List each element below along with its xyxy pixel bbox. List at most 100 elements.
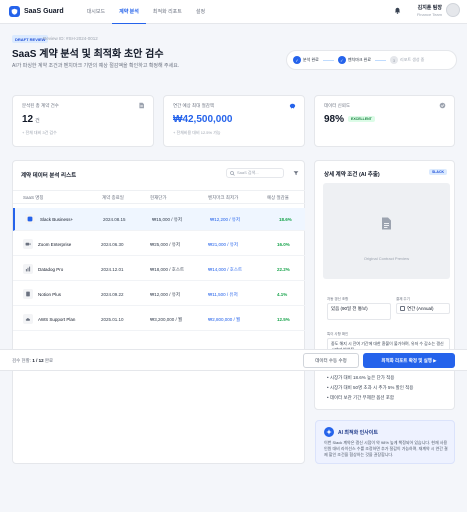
table-title: 계약 데이터 분석 리스트 [21, 173, 77, 179]
benchmark-price: ₩21,000 / 유저 [208, 242, 239, 247]
payment-field[interactable]: 연간 (Annual) [396, 303, 450, 314]
col-end-date: 계약 종료일 [102, 195, 124, 200]
nav-dashboard[interactable]: 대시보드 [80, 0, 112, 24]
bullet-text: 시장가 대비 50명 초과 시 추가 5% 할인 적용 [329, 385, 414, 390]
kpi-sub: + 전체 대비 3건 검수 [22, 130, 57, 135]
saving-rate: 4.1% [277, 292, 288, 297]
piggy-bank-icon [289, 103, 296, 109]
search-input[interactable]: SaaS 검색... [226, 168, 284, 178]
kpi-card-savings: 연간 예상 최대 절감액 ₩42,500,000 + 전체비용 대비 12.5%… [163, 95, 305, 147]
sparkle-icon [324, 427, 334, 437]
table-header: SaaS 명칭 계약 종료일 현재단가 벤치마크 최저가 예상 절감율 [13, 190, 305, 204]
benchmark-price: ₩12,200 / 유저 [210, 217, 241, 222]
contract-list-card: 계약 데이터 분석 리스트 SaaS 검색... SaaS 명칭 계약 종료일 … [12, 160, 305, 464]
saving-rate: 22.2% [277, 267, 290, 272]
contract-preview[interactable]: Original Contract Preview [323, 183, 450, 279]
bell-icon[interactable] [393, 5, 403, 15]
benchmark-price: ₩11,500 / 유저 [208, 292, 238, 297]
note-icon [23, 289, 33, 299]
kpi-value: 98% EXCELLENT [324, 114, 375, 125]
payment-label: 결제 주기 [396, 297, 410, 301]
user-team: Finance Team [416, 11, 442, 17]
saas-name: Zoom Enterprise [38, 242, 72, 247]
step-label: 리포트 생성 중 [400, 57, 425, 62]
document-icon [382, 217, 391, 230]
kpi-unit: 건 [35, 118, 40, 124]
user-info: 김지훈 팀장 Finance Team [417, 4, 442, 17]
progress-value: 1 / 12 [32, 358, 44, 363]
end-date: 2024.12.01 [101, 267, 124, 272]
progress-suffix: 완료 [44, 358, 54, 363]
video-icon [23, 239, 33, 249]
ai-insight-text: 이번 Slack 계약은 갱신 시점이 약 98% 높게 책정되어 있습니다. … [324, 440, 448, 457]
kpi-label: 연간 예상 최대 절감액 [173, 103, 215, 108]
footer-action-bar: 검수 현황: 1 / 12 완료 데이터 수동 수정 최적화 리포트 확정 및 … [0, 349, 467, 371]
contract-count: 12 [22, 114, 34, 125]
saving-rate: 16.0% [277, 242, 290, 247]
benchmark-price: ₩14,000 / 호스트 [208, 267, 243, 272]
progress-label: 검수 현황: [12, 358, 32, 363]
col-benchmark-price: 벤치마크 최저가 [208, 195, 239, 200]
manual-edit-button[interactable]: 데이터 수동 수정 [303, 353, 359, 368]
cloud-icon [23, 314, 33, 324]
nav-optimization-report[interactable]: 최적화 리포트 [146, 0, 189, 24]
step-label: 벤치마크 완료 [347, 57, 372, 62]
current-price: ₩3,200,000 / 월 [150, 317, 183, 322]
kpi-sub: + 전체비용 대비 12.5% 가능 [173, 130, 221, 135]
saas-name: Slack Business+ [40, 217, 74, 222]
end-date: 2024.06.30 [101, 242, 124, 247]
savings-amount: ₩42,500,000 [173, 114, 233, 125]
step-benchmark: ✓ 벤치마크 완료 [337, 56, 372, 64]
table-row[interactable]: Slack Business+ 2024.08.15 ₩15,000 / 유저 … [13, 208, 305, 231]
confirm-report-button[interactable]: 최적화 리포트 확정 및 실행 ▶ [363, 353, 455, 368]
nav-settings[interactable]: 설정 [189, 0, 212, 24]
document-icon [139, 102, 144, 109]
step-label: 분석 완료 [303, 57, 319, 62]
table-row[interactable]: Datadog Pro 2024.12.01 ₩18,000 / 호스트 ₩14… [13, 258, 305, 281]
progress-stepper: ✓ 분석 완료 ✓ 벤치마크 완료 3 리포트 생성 중 [286, 50, 457, 70]
bullet-text: 데이터 보관 기간 무제한 옵션 포함 [329, 395, 395, 400]
ai-insight-card: AI 최적화 인사이트 이번 Slack 계약은 갱신 시점이 약 98% 높게… [315, 420, 455, 464]
preview-label: Original Contract Preview [363, 256, 410, 261]
renewal-field[interactable]: 있음 (90일 전 통보) [327, 303, 391, 320]
current-price: ₩25,000 / 유저 [150, 242, 181, 247]
table-row[interactable]: AWS Support Plan 2025.01.10 ₩3,200,000 /… [13, 308, 305, 331]
step-connector [375, 59, 387, 61]
table-row[interactable]: Notion Plus 2024.09.22 ₩12,000 / 유저 ₩11,… [13, 283, 305, 306]
kpi-value: 12 건 [22, 114, 40, 125]
col-saas-name: SaaS 명칭 [23, 195, 44, 200]
avatar[interactable] [446, 3, 460, 17]
col-current-price: 현재단가 [150, 195, 167, 200]
review-progress: 검수 현황: 1 / 12 완료 [12, 358, 53, 364]
step-connector [322, 59, 334, 61]
end-date: 2024.08.15 [103, 217, 126, 222]
kpi-label: 데이터 신뢰도 [324, 103, 351, 108]
kpi-label: 분석된 총 계약 건수 [22, 103, 59, 108]
step-report: 3 리포트 생성 중 [390, 56, 424, 64]
step-number: 3 [390, 56, 399, 64]
review-id: Review ID: #SH-2024-0012 [43, 36, 98, 41]
slack-tag: SLACK [428, 169, 447, 175]
saas-name: AWS Support Plan [38, 317, 76, 322]
table-row[interactable]: Zoom Enterprise 2024.06.30 ₩25,000 / 유저 … [13, 233, 305, 256]
step-analysis: ✓ 분석 완료 [293, 56, 319, 64]
search-placeholder: SaaS 검색... [237, 170, 259, 175]
notes-label: 특이 사항 확인 [327, 332, 349, 336]
brand[interactable]: SaaS Guard [9, 6, 64, 17]
ai-insight-title: AI 최적화 인사이트 [338, 430, 378, 436]
end-date: 2024.09.22 [101, 292, 124, 297]
chart-icon [23, 264, 33, 274]
saving-rate: 12.5% [277, 317, 290, 322]
end-date: 2025.01.10 [101, 317, 124, 322]
benchmark-bullet: • 시장가 대비 50명 초과 시 추가 5% 할인 적용 [327, 385, 414, 390]
verified-check-icon [439, 102, 446, 109]
check-icon: ✓ [337, 56, 346, 64]
contract-detail-panel: 상세 계약 조건 (AI 추출) SLACK Original Contract… [314, 160, 455, 410]
excellent-badge: EXCELLENT [348, 116, 375, 123]
search-icon [230, 170, 235, 176]
filter-icon[interactable] [289, 168, 303, 178]
nav-contract-analysis[interactable]: 계약 분석 [112, 0, 146, 24]
current-price: ₩18,000 / 호스트 [150, 267, 185, 272]
benchmark-price: ₩2,800,000 / 월 [208, 317, 241, 322]
reliability-value: 98% [324, 114, 345, 125]
